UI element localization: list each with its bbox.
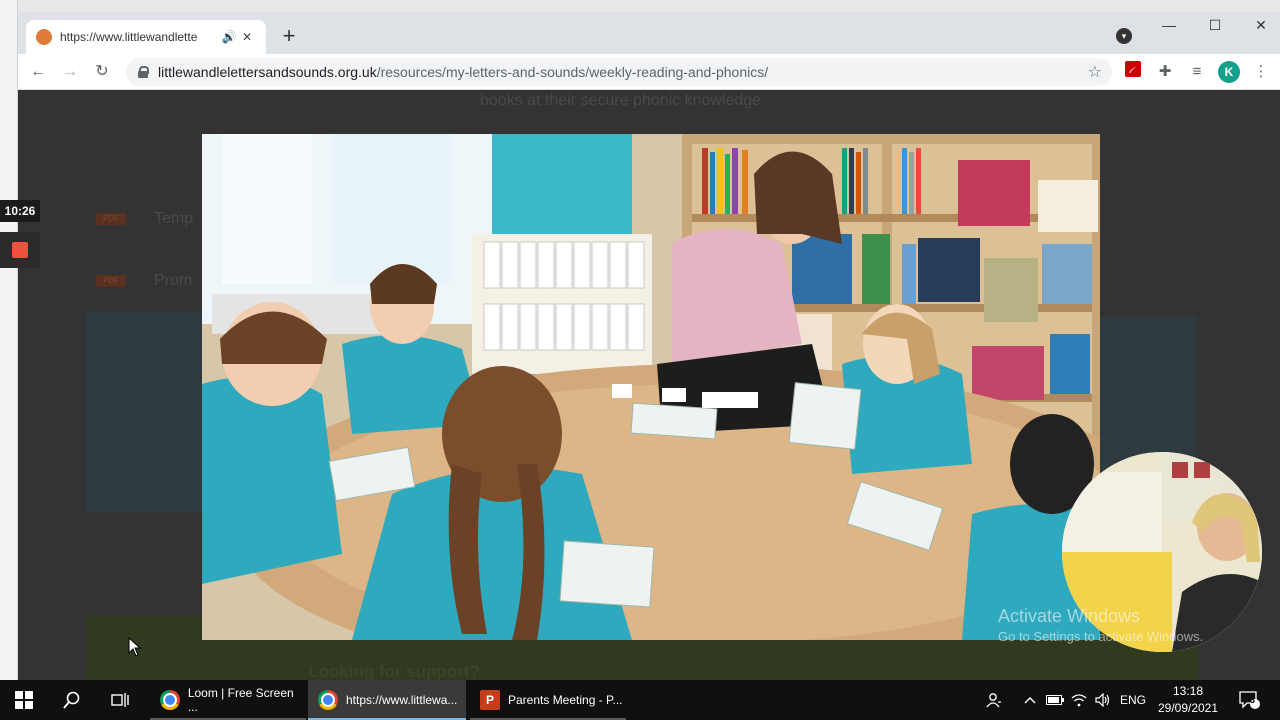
extensions-puzzle-icon[interactable]: ✚ [1154, 61, 1176, 83]
task-view-icon[interactable] [96, 680, 144, 720]
taskbar-app-browser[interactable]: https://www.littlewa... [308, 680, 466, 720]
taskbar-app-loom[interactable]: Loom | Free Screen ... [150, 680, 306, 720]
media-queue-icon[interactable]: ≡ [1186, 61, 1208, 83]
url-host: littlewandlelettersandsounds.org.uk [158, 64, 377, 80]
close-tab-icon[interactable]: ✕ [238, 30, 256, 44]
maximize-icon[interactable]: ☐ [1192, 12, 1238, 42]
activate-windows-watermark: Activate Windows Go to Settings to activ… [998, 606, 1203, 644]
windows-start-icon[interactable] [0, 680, 48, 720]
pdf-badge: PDF [96, 213, 126, 225]
resource-label: Temp [154, 210, 194, 227]
windows-taskbar: Loom | Free Screen ... https://www.littl… [0, 680, 1280, 720]
search-icon[interactable] [48, 680, 96, 720]
profile-avatar[interactable]: K [1218, 61, 1240, 83]
wifi-icon[interactable] [1068, 680, 1090, 720]
tab-search-icon[interactable]: ▾ [1116, 28, 1132, 44]
system-clock[interactable]: 13:18 29/09/2021 [1150, 683, 1226, 717]
forward-icon[interactable]: → [58, 60, 82, 84]
address-bar[interactable]: littlewandlelettersandsounds.org.uk /res… [126, 58, 1112, 86]
taskbar-app-label: https://www.littlewa... [346, 693, 458, 707]
lock-icon [138, 66, 149, 78]
background-paragraph: books at their secure phonic knowledge. [480, 92, 766, 109]
taskbar-app-label: Parents Meeting - P... [508, 693, 623, 707]
video-player[interactable] [202, 134, 1100, 640]
show-hidden-icons-chevron-icon[interactable] [1020, 680, 1040, 720]
resource-row[interactable]: PDF Prom [90, 258, 202, 304]
site-favicon-icon [36, 29, 52, 45]
url-path: /resources/my-letters-and-sounds/weekly-… [376, 64, 769, 80]
chrome-icon [160, 690, 180, 710]
stop-recording-button[interactable] [12, 242, 28, 258]
minimize-icon[interactable]: — [1146, 12, 1192, 42]
background-video-thumbnail [86, 312, 202, 512]
watermark-subtitle: Go to Settings to activate Windows. [998, 629, 1204, 644]
acrobat-extension-icon[interactable] [1122, 61, 1144, 83]
mouse-cursor-icon [128, 637, 142, 657]
browser-toolbar: ← → ↻ littlewandlelettersandsounds.org.u… [18, 54, 1280, 90]
back-icon[interactable]: ← [26, 60, 50, 84]
notifications-icon[interactable]: 3 [1234, 680, 1264, 720]
taskbar-app-label: Loom | Free Screen ... [187, 686, 294, 714]
people-icon[interactable] [982, 680, 1006, 720]
browser-tab[interactable]: https://www.littlewandlette 🔊 ✕ [26, 20, 266, 54]
classroom-video-frame [202, 134, 1100, 640]
support-heading: Looking for support? [308, 662, 480, 680]
resource-label: Prom [154, 272, 193, 289]
tab-title: https://www.littlewandlette [60, 30, 198, 44]
chrome-icon [318, 690, 338, 710]
notification-count: 3 [1250, 695, 1256, 705]
watermark-title: Activate Windows [998, 606, 1141, 626]
input-language[interactable]: ENG [1116, 680, 1150, 720]
taskbar-app-powerpoint[interactable]: P Parents Meeting - P... [470, 680, 626, 720]
clock-date: 29/09/2021 [1157, 701, 1219, 715]
new-tab-button[interactable]: + [276, 24, 302, 48]
clock-time: 13:18 [1172, 684, 1204, 698]
pdf-badge: PDF [96, 275, 126, 287]
reload-icon[interactable]: ↻ [90, 60, 114, 84]
desktop-left-edge [0, 0, 18, 680]
menu-kebab-icon[interactable]: ⋮ [1250, 61, 1272, 83]
powerpoint-icon: P [480, 690, 500, 710]
tab-strip: https://www.littlewandlette 🔊 ✕ + ▾ — ☐ … [18, 12, 1280, 54]
battery-icon[interactable] [1044, 680, 1066, 720]
recording-timer: 10:26 [0, 200, 40, 222]
volume-icon[interactable] [1092, 680, 1114, 720]
close-window-icon[interactable]: ✕ [1238, 12, 1280, 42]
bookmark-star-icon[interactable]: ☆ [1088, 62, 1102, 82]
resource-row[interactable]: PDF Temp [90, 196, 202, 242]
speaker-icon[interactable]: 🔊 [220, 30, 238, 44]
